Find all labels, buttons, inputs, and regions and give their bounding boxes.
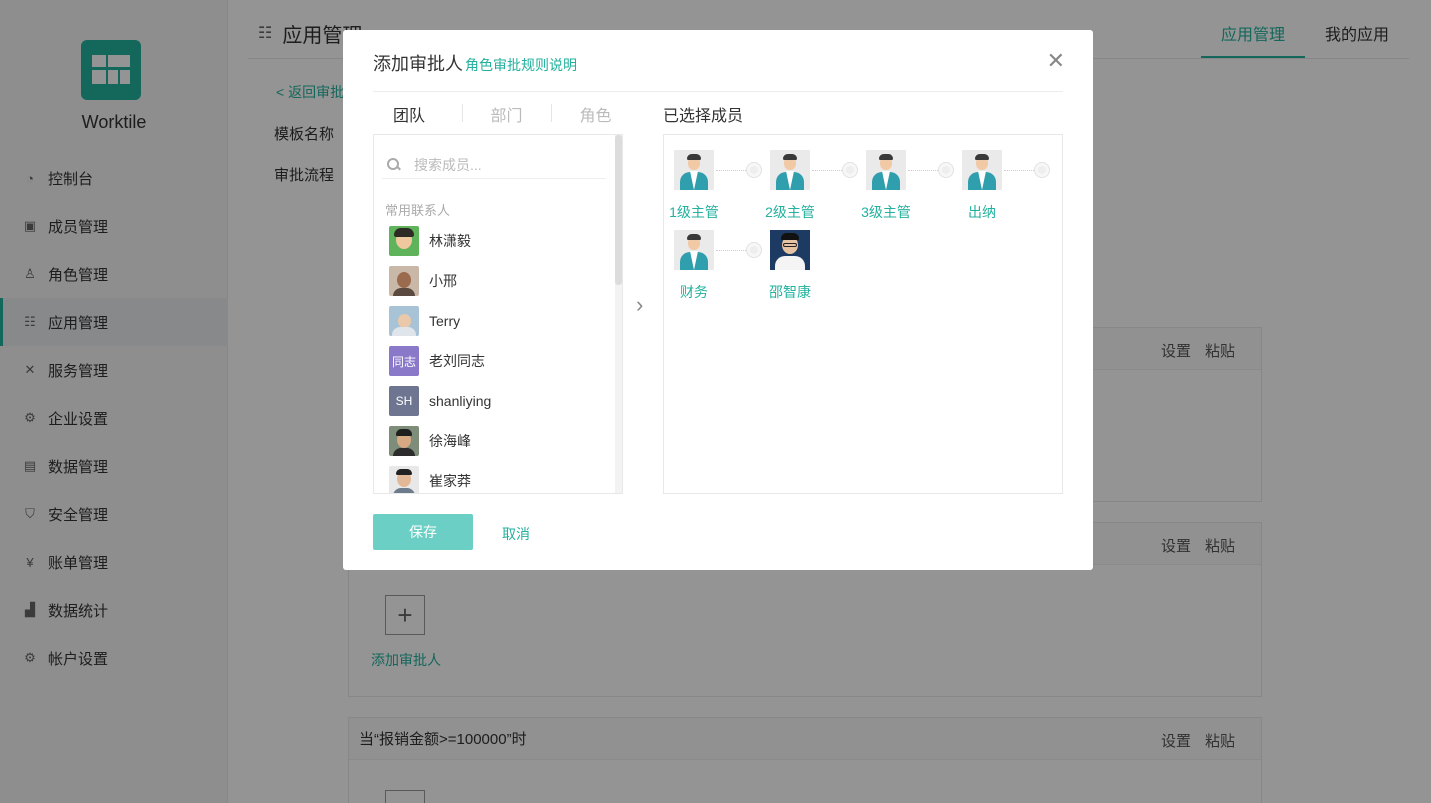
person-avatar-icon xyxy=(866,150,906,190)
flow-node-icon xyxy=(1035,163,1049,177)
scrollbar[interactable] xyxy=(615,135,622,493)
selected-member-label: 1级主管 xyxy=(669,204,719,220)
avatar xyxy=(389,306,419,336)
add-approver-modal: 添加审批人角色审批规则说明 ✕ 团队 部门 角色 常用联系人 林潇毅 小邢 xyxy=(343,30,1093,570)
selected-member[interactable]: 1级主管 xyxy=(664,150,724,222)
tab-team[interactable]: 团队 xyxy=(373,102,462,126)
search-box xyxy=(382,151,606,179)
person-avatar-icon xyxy=(674,230,714,270)
flow-node-icon xyxy=(843,163,857,177)
save-button[interactable]: 保存 xyxy=(373,514,473,550)
selected-member-label: 财务 xyxy=(680,284,708,300)
avatar: SH xyxy=(389,386,419,416)
search-input[interactable] xyxy=(414,156,594,173)
selected-members-title: 已选择成员 xyxy=(663,108,744,125)
chevron-right-icon[interactable]: › xyxy=(636,292,643,318)
person-avatar-icon xyxy=(962,150,1002,190)
scope-tabs: 团队 部门 角色 xyxy=(373,102,640,126)
avatar xyxy=(389,426,419,456)
flow-node-icon xyxy=(747,163,761,177)
cancel-button[interactable]: 取消 xyxy=(502,524,530,544)
flow-connector xyxy=(716,170,750,171)
flow-node-icon xyxy=(939,163,953,177)
selected-member-label: 3级主管 xyxy=(861,204,911,220)
avatar: 同志 xyxy=(389,346,419,376)
person-avatar-icon xyxy=(674,150,714,190)
avatar xyxy=(770,230,810,270)
avatar-text: 同志 xyxy=(391,354,416,369)
modal-title-text: 添加审批人 xyxy=(373,54,463,74)
selected-member[interactable]: 财务 xyxy=(664,230,724,302)
flow-node-icon xyxy=(747,243,761,257)
contact-name: Terry xyxy=(429,313,461,329)
role-rule-link[interactable]: 角色审批规则说明 xyxy=(465,57,577,73)
flow-connector xyxy=(1004,170,1038,171)
contact-name: 崔家莽 xyxy=(429,473,471,489)
flow-connector xyxy=(908,170,942,171)
avatar-text: SH xyxy=(395,394,413,408)
selected-member-label: 邵智康 xyxy=(769,284,811,300)
frequent-contacts-label: 常用联系人 xyxy=(385,203,451,218)
selected-member-label: 出纳 xyxy=(968,204,996,220)
contact-item[interactable]: 崔家莽 xyxy=(389,466,471,493)
contact-name: 徐海峰 xyxy=(429,433,471,449)
modal-divider xyxy=(373,91,1063,92)
flow-connector xyxy=(812,170,846,171)
contact-item[interactable]: 林潇毅 xyxy=(389,226,471,256)
contact-item[interactable]: Terry xyxy=(389,306,460,336)
contact-item[interactable]: SH shanliying xyxy=(389,386,491,416)
selected-member[interactable]: 邵智康 xyxy=(760,230,820,302)
selected-members-panel: 1级主管 2级主管 3级主管 出纳 财务 邵智康 xyxy=(663,134,1063,494)
avatar xyxy=(389,466,419,493)
modal-title: 添加审批人 角色审批规则说明 xyxy=(373,50,577,76)
flow-connector xyxy=(716,250,750,251)
tab-role[interactable]: 角色 xyxy=(551,102,640,126)
close-icon[interactable]: ✕ xyxy=(1047,50,1065,72)
contact-item[interactable]: 徐海峰 xyxy=(389,426,471,456)
contact-name: shanliying xyxy=(429,393,492,409)
contact-name: 老刘同志 xyxy=(429,353,485,369)
search-icon xyxy=(386,157,402,173)
selected-member-label: 2级主管 xyxy=(765,204,815,220)
tab-department[interactable]: 部门 xyxy=(462,102,551,126)
member-list-panel: 常用联系人 林潇毅 小邢 Terry 同志 老刘同志 xyxy=(373,134,623,494)
selected-member[interactable]: 3级主管 xyxy=(856,150,916,222)
scrollbar-thumb[interactable] xyxy=(615,135,622,285)
avatar xyxy=(389,266,419,296)
contact-name: 小邢 xyxy=(429,273,457,289)
avatar xyxy=(389,226,419,256)
selected-member[interactable]: 出纳 xyxy=(952,150,1012,222)
person-avatar-icon xyxy=(770,150,810,190)
selected-member[interactable]: 2级主管 xyxy=(760,150,820,222)
contact-item[interactable]: 同志 老刘同志 xyxy=(389,346,485,376)
contact-name: 林潇毅 xyxy=(429,233,471,249)
contact-item[interactable]: 小邢 xyxy=(389,266,457,296)
